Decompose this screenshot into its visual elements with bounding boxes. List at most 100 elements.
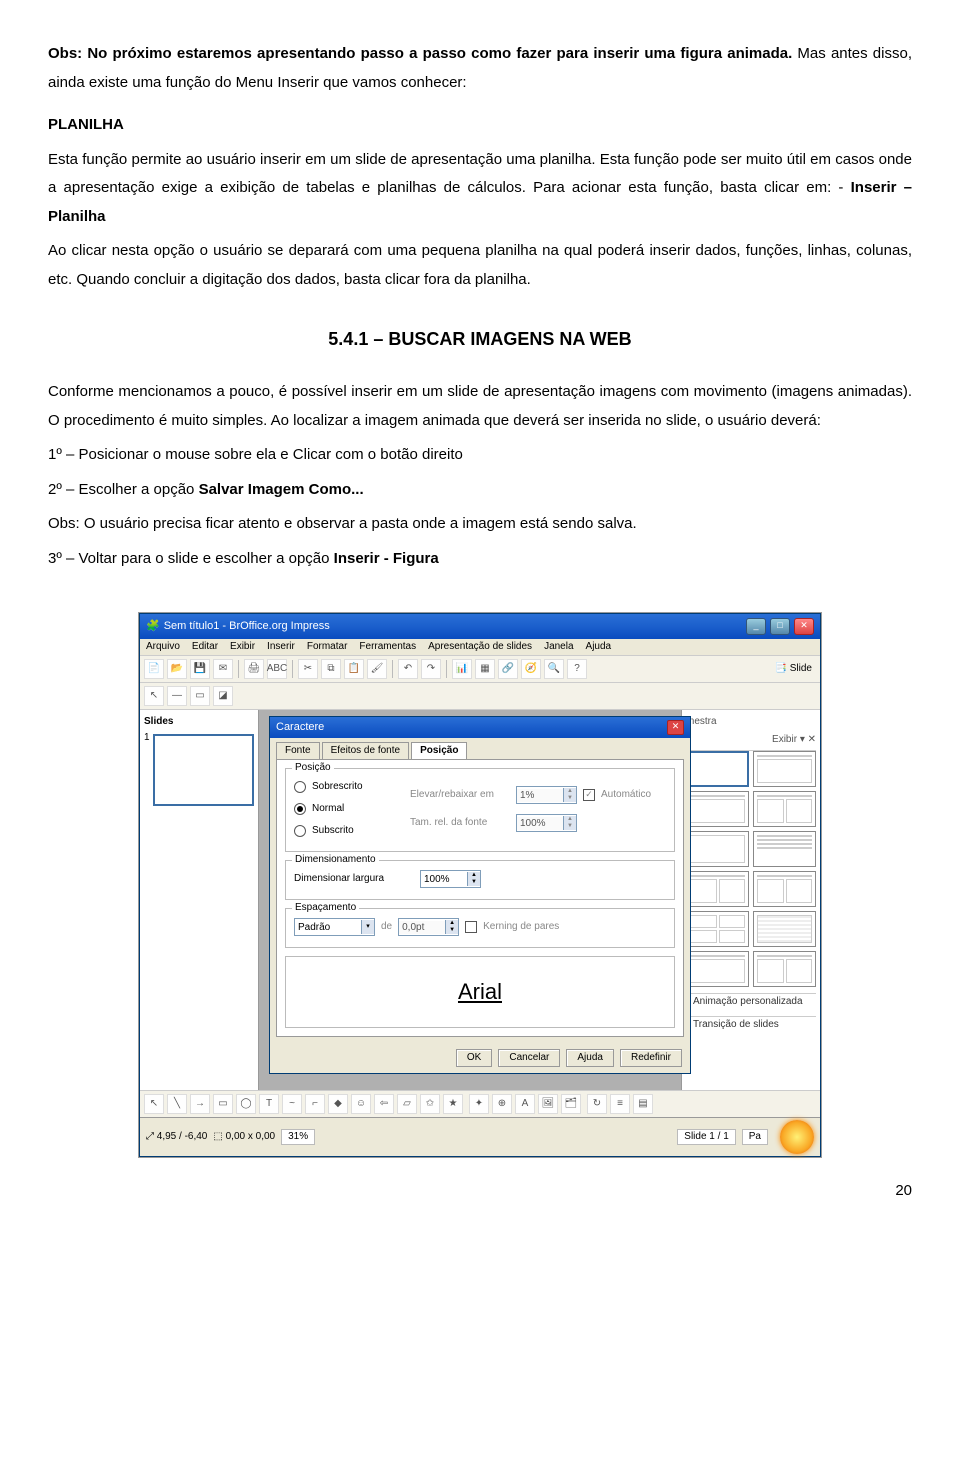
fill-icon[interactable]: ▭ xyxy=(190,686,210,706)
points-icon[interactable]: ✦ xyxy=(469,1094,489,1114)
layout-4[interactable] xyxy=(686,831,749,867)
dialog-close-icon[interactable]: ✕ xyxy=(667,720,684,735)
radio-sobrescrito[interactable]: Sobrescrito xyxy=(294,781,404,793)
spin-largura[interactable]: ▲▼ xyxy=(420,870,481,888)
menu-exibir[interactable]: Exibir xyxy=(230,641,255,653)
radio-subscrito[interactable]: Subscrito xyxy=(294,825,404,837)
fontwork-icon[interactable]: A xyxy=(515,1094,535,1114)
window-title: Sem título1 - BrOffice.org Impress xyxy=(164,620,330,633)
layout-title[interactable] xyxy=(753,751,816,787)
menu-ajuda[interactable]: Ajuda xyxy=(586,641,612,653)
minimize-button[interactable]: _ xyxy=(746,618,766,635)
open-icon[interactable]: 📂 xyxy=(167,659,187,679)
help-icon[interactable]: ? xyxy=(567,659,587,679)
font-preview: Arial xyxy=(285,956,675,1028)
pointer-icon[interactable]: ↖ xyxy=(144,1094,164,1114)
save-icon[interactable]: 💾 xyxy=(190,659,210,679)
rotate-icon[interactable]: ↻ xyxy=(587,1094,607,1114)
new-icon[interactable]: 📄 xyxy=(144,659,164,679)
web-images-desc: Conforme mencionamos a pouco, é possível… xyxy=(48,378,912,435)
reset-button[interactable]: Redefinir xyxy=(620,1049,682,1067)
tab-efeitos[interactable]: Efeitos de fonte xyxy=(322,742,410,759)
align-icon[interactable]: ≡ xyxy=(610,1094,630,1114)
nav-icon[interactable]: 🧭 xyxy=(521,659,541,679)
tab-posicao[interactable]: Posição xyxy=(411,742,467,759)
paste-icon[interactable]: 📋 xyxy=(344,659,364,679)
menu-apresentacao[interactable]: Apresentação de slides xyxy=(428,641,532,653)
line-tool-icon[interactable]: ╲ xyxy=(167,1094,187,1114)
status-zoom[interactable]: 31% xyxy=(281,1129,315,1145)
chart-icon[interactable]: 📊 xyxy=(452,659,472,679)
check-automatico[interactable] xyxy=(583,789,595,801)
link-icon[interactable]: 🔗 xyxy=(498,659,518,679)
rect-tool-icon[interactable]: ▭ xyxy=(213,1094,233,1114)
print-icon[interactable]: 🖨 xyxy=(244,659,264,679)
layout-5[interactable] xyxy=(753,831,816,867)
cut-icon[interactable]: ✂ xyxy=(298,659,318,679)
radio-normal[interactable]: Normal xyxy=(294,803,404,815)
table-icon[interactable]: ▦ xyxy=(475,659,495,679)
tab-fonte[interactable]: Fonte xyxy=(276,742,320,759)
glue-icon[interactable]: ⊕ xyxy=(492,1094,512,1114)
arrow-icon[interactable]: ↖ xyxy=(144,686,164,706)
accordion-animacao[interactable]: ▸Animação personalizada xyxy=(686,993,816,1010)
dialog-title: Caractere xyxy=(276,721,324,734)
brush-icon[interactable]: 🖌 xyxy=(367,659,387,679)
menu-janela[interactable]: Janela xyxy=(544,641,573,653)
edit-canvas[interactable]: Caractere ✕ Fonte Efeitos de fonte Posiç… xyxy=(259,710,681,1090)
shadow-icon[interactable]: ◪ xyxy=(213,686,233,706)
menu-ferramentas[interactable]: Ferramentas xyxy=(359,641,416,653)
layout-7[interactable] xyxy=(753,871,816,907)
star-icon[interactable]: ★ xyxy=(443,1094,463,1114)
callout-icon[interactable]: ✩ xyxy=(420,1094,440,1114)
layout-8[interactable] xyxy=(686,911,749,947)
group-espacamento: Espaçamento ▾ de ▲▼ Kerning de pares xyxy=(285,908,675,948)
ellipse-tool-icon[interactable]: ◯ xyxy=(236,1094,256,1114)
ok-button[interactable]: OK xyxy=(456,1049,492,1067)
smiley-icon[interactable]: ☺ xyxy=(351,1094,371,1114)
layout-10[interactable] xyxy=(686,951,749,987)
redo-icon[interactable]: ↷ xyxy=(421,659,441,679)
mail-icon[interactable]: ✉ xyxy=(213,659,233,679)
task-panel-close[interactable]: Exibir ▾ ✕ xyxy=(772,734,816,746)
text-tool-icon[interactable]: T xyxy=(259,1094,279,1114)
layout-6[interactable] xyxy=(686,871,749,907)
spin-tam[interactable]: ▲▼ xyxy=(516,814,577,832)
undo-icon[interactable]: ↶ xyxy=(398,659,418,679)
copy-icon[interactable]: ⧉ xyxy=(321,659,341,679)
curve-tool-icon[interactable]: ~ xyxy=(282,1094,302,1114)
menu-inserir[interactable]: Inserir xyxy=(267,641,295,653)
spin-de[interactable]: ▲▼ xyxy=(398,918,459,936)
task-panel: mestra Exibir ▾ ✕ ▸Animação personalizad… xyxy=(681,710,820,1090)
line-icon[interactable]: — xyxy=(167,686,187,706)
zoom-icon[interactable]: 🔍 xyxy=(544,659,564,679)
arrange-icon[interactable]: ▤ xyxy=(633,1094,653,1114)
maximize-button[interactable]: □ xyxy=(770,618,790,635)
layout-blank[interactable] xyxy=(686,751,749,787)
slide-button[interactable]: 📑 Slide xyxy=(771,663,816,675)
accordion-transicao[interactable]: ▸Transição de slides xyxy=(686,1016,816,1033)
cancel-button[interactable]: Cancelar xyxy=(498,1049,560,1067)
close-button[interactable]: ✕ xyxy=(794,618,814,635)
layout-11[interactable] xyxy=(753,951,816,987)
arrows-icon[interactable]: ⇦ xyxy=(374,1094,394,1114)
menu-arquivo[interactable]: Arquivo xyxy=(146,641,180,653)
image-icon[interactable]: 🖼 xyxy=(538,1094,558,1114)
arrow-tool-icon[interactable]: → xyxy=(190,1094,210,1114)
spin-elevar[interactable]: ▲▼ xyxy=(516,786,577,804)
layout-3[interactable] xyxy=(753,791,816,827)
flowchart-icon[interactable]: ▱ xyxy=(397,1094,417,1114)
page-number: 20 xyxy=(48,1177,912,1206)
shapes-icon[interactable]: ◆ xyxy=(328,1094,348,1114)
help-button[interactable]: Ajuda xyxy=(566,1049,614,1067)
layout-2[interactable] xyxy=(686,791,749,827)
check-kerning[interactable] xyxy=(465,921,477,933)
connector-icon[interactable]: ⌐ xyxy=(305,1094,325,1114)
combo-espacamento[interactable]: ▾ xyxy=(294,918,375,936)
slide-thumb-1[interactable]: 1 xyxy=(144,732,254,808)
menu-formatar[interactable]: Formatar xyxy=(307,641,348,653)
layout-9[interactable] xyxy=(753,911,816,947)
menu-editar[interactable]: Editar xyxy=(192,641,218,653)
spell-icon[interactable]: ABC xyxy=(267,659,287,679)
gallery-icon[interactable]: 🗂 xyxy=(561,1094,581,1114)
